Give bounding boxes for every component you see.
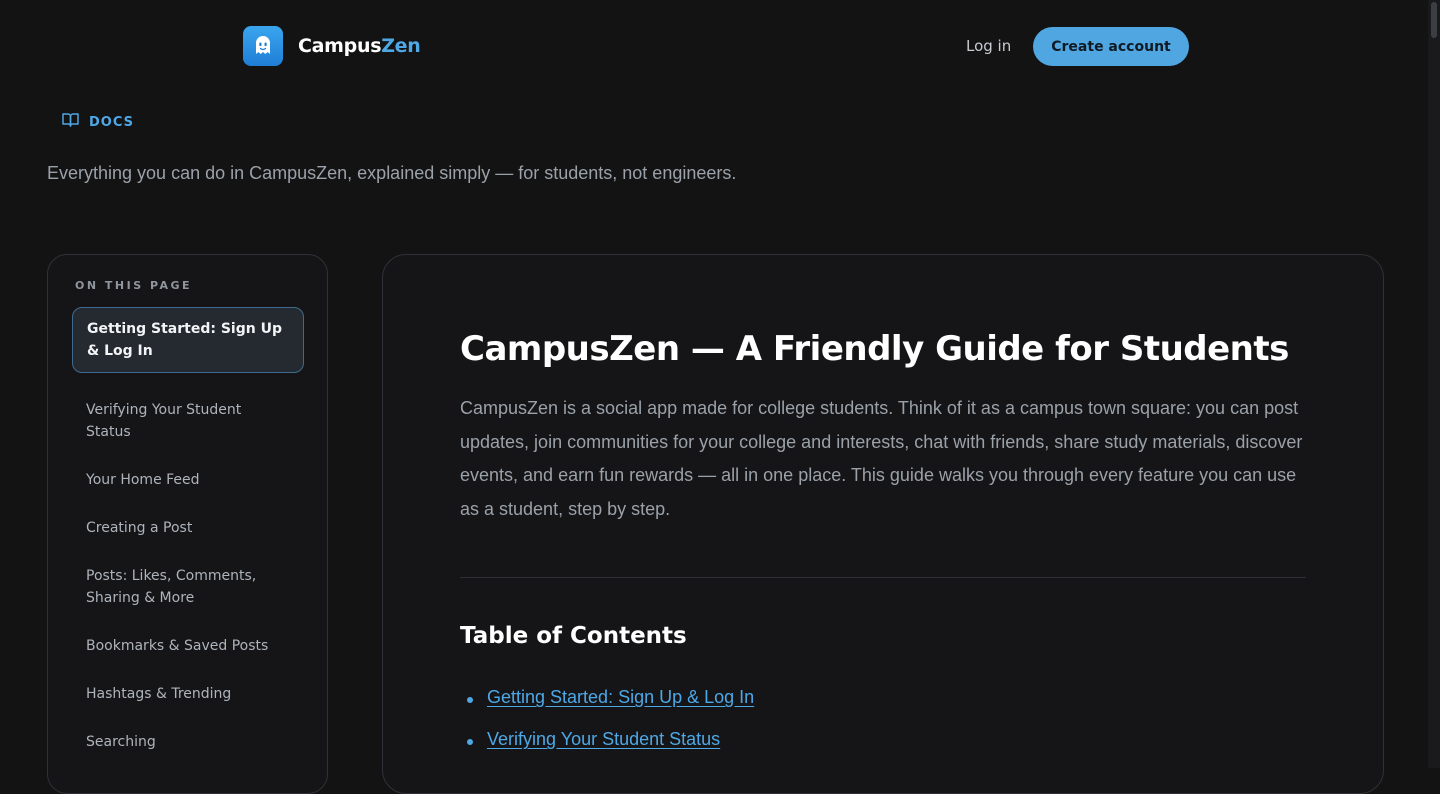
brand-name-accent: Zen	[381, 35, 421, 57]
toc-link-getting-started[interactable]: Getting Started: Sign Up & Log In	[487, 687, 754, 707]
toc-list-item: Getting Started: Sign Up & Log In	[467, 687, 754, 729]
brand-name: CampusZen	[298, 35, 421, 57]
docs-label: DOCS	[89, 114, 134, 130]
divider	[460, 577, 1306, 578]
sidebar-item-searching[interactable]: Searching	[72, 721, 304, 763]
sidebar-item-getting-started[interactable]: Getting Started: Sign Up & Log In	[72, 307, 304, 373]
article-lead: CampusZen is a social app made for colle…	[460, 398, 1303, 520]
sidebar-heading: ON THIS PAGE	[75, 279, 193, 292]
bullet-icon	[467, 739, 473, 745]
article-card: CampusZen — A Friendly Guide for Student…	[382, 254, 1384, 794]
login-link[interactable]: Log in	[966, 37, 1011, 55]
docs-eyebrow: DOCS	[62, 112, 134, 132]
sidebar-item-bookmarks[interactable]: Bookmarks & Saved Posts	[72, 625, 304, 667]
open-book-icon	[62, 112, 79, 132]
on-this-page-sidebar: ON THIS PAGE Getting Started: Sign Up & …	[47, 254, 328, 794]
docs-intro: Everything you can do in CampusZen, expl…	[47, 163, 737, 183]
sidebar-item-posts-likes-comments[interactable]: Posts: Likes, Comments, Sharing & More	[72, 555, 304, 619]
sidebar-item-home-feed[interactable]: Your Home Feed	[72, 459, 304, 501]
toc-link-verifying-student-status[interactable]: Verifying Your Student Status	[487, 729, 720, 749]
table-of-contents: Getting Started: Sign Up & Log In Verify…	[467, 687, 754, 771]
scrollbar-thumb[interactable]	[1431, 2, 1437, 38]
sidebar-item-verifying-student-status[interactable]: Verifying Your Student Status	[72, 389, 304, 453]
toc-heading: Table of Contents	[460, 623, 687, 649]
page-scrollbar[interactable]	[1428, 0, 1440, 768]
toc-list-item: Verifying Your Student Status	[467, 729, 754, 771]
bullet-icon	[467, 697, 473, 703]
ghost-face-icon	[243, 26, 283, 66]
brand-name-main: Campus	[298, 35, 382, 57]
page-title: CampusZen — A Friendly Guide for Student…	[460, 329, 1289, 369]
create-account-button[interactable]: Create account	[1033, 27, 1189, 66]
top-navigation: CampusZen Log in Create account	[0, 0, 1428, 92]
sidebar-item-hashtags-trending[interactable]: Hashtags & Trending	[72, 673, 304, 715]
brand[interactable]: CampusZen	[243, 26, 421, 66]
sidebar-item-creating-a-post[interactable]: Creating a Post	[72, 507, 304, 549]
